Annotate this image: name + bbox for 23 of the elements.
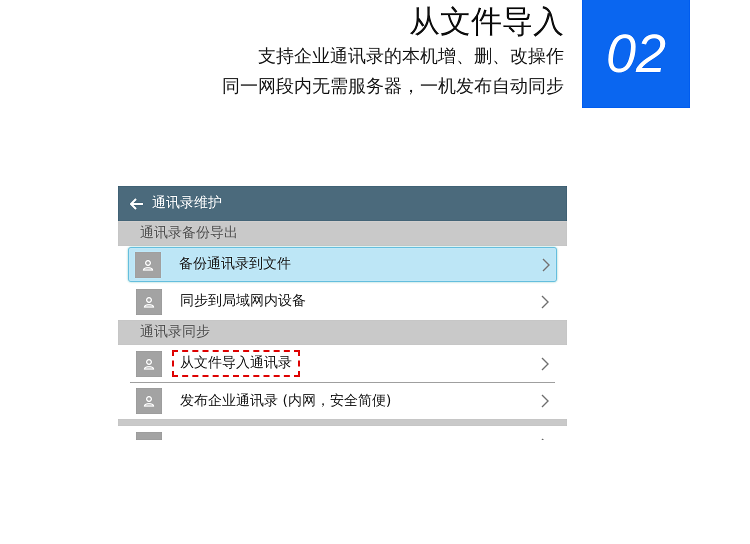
person-icon bbox=[135, 252, 161, 278]
list-item[interactable]: 同步到局域网内设备 bbox=[130, 283, 555, 320]
chevron-right-icon bbox=[541, 356, 549, 370]
item-label: 备份通讯录到文件 bbox=[179, 255, 291, 274]
person-icon bbox=[136, 388, 162, 414]
back-icon[interactable] bbox=[130, 198, 144, 210]
item-label: 从文件导入通讯录 bbox=[172, 350, 300, 377]
item-label: 同步到局域网内设备 bbox=[180, 292, 306, 311]
chevron-right-icon bbox=[542, 258, 550, 272]
list-item[interactable]: 备份通讯录到文件 bbox=[128, 247, 557, 282]
person-icon bbox=[136, 288, 162, 314]
person-icon bbox=[136, 350, 162, 376]
app-bar-title: 通讯录维护 bbox=[152, 194, 222, 213]
item-label: 发布企业通讯录 (内网，安全简便) bbox=[180, 392, 392, 410]
description-line: 支持企业通讯录的本机增、删、改操作 bbox=[257, 45, 564, 69]
description-line: 同一网段内无需服务器，一机发布自动同步 bbox=[222, 75, 564, 99]
section-title: 从文件导入 bbox=[408, 3, 564, 42]
chevron-right-icon bbox=[541, 394, 549, 408]
section-header: 通讯录备份导出 bbox=[118, 221, 567, 246]
list-item[interactable]: 从文件导入通讯录 bbox=[130, 345, 555, 382]
step-number: 02 bbox=[582, 0, 690, 108]
chevron-right-icon bbox=[541, 294, 549, 308]
section-header: 通讯录同步 bbox=[118, 320, 567, 345]
